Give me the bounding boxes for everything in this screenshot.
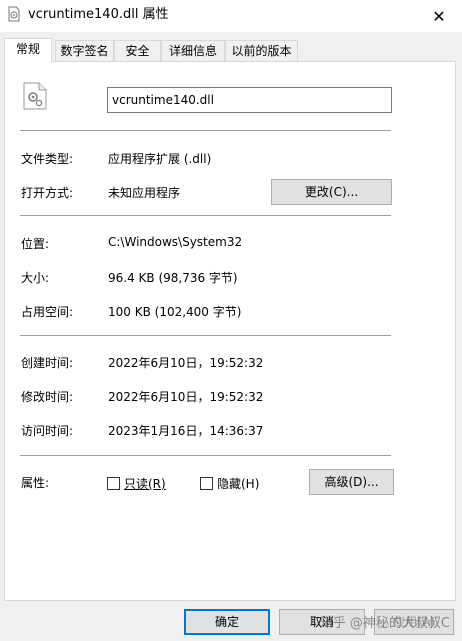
close-icon[interactable]: ✕ xyxy=(416,0,462,32)
separator xyxy=(20,130,391,131)
checkbox-box[interactable] xyxy=(200,477,213,490)
watermark: 知乎 @神秘的大叔叔C xyxy=(319,616,450,631)
file-settings-icon xyxy=(8,6,20,22)
readonly-label: 只读(R) xyxy=(124,477,166,491)
tab-previous-versions[interactable]: 以前的版本 xyxy=(225,40,298,61)
accessed-label: 访问时间: xyxy=(21,424,74,438)
advanced-button[interactable]: 高级(D)... xyxy=(309,469,394,495)
location-value: C:\Windows\System32 xyxy=(108,235,243,249)
file-type-label: 文件类型: xyxy=(21,152,74,166)
separator xyxy=(20,335,391,336)
location-label: 位置: xyxy=(21,237,50,251)
created-label: 创建时间: xyxy=(21,356,74,370)
size-on-disk-value: 100 KB (102,400 字节) xyxy=(108,305,242,319)
filename-input[interactable]: vcruntime140.dll xyxy=(107,87,392,113)
tab-general[interactable]: 常规 xyxy=(4,38,52,63)
window-title: vcruntime140.dll 属性 xyxy=(28,7,169,22)
tab-details[interactable]: 详细信息 xyxy=(161,40,225,61)
opens-with-label: 打开方式: xyxy=(21,186,74,200)
separator xyxy=(20,215,391,216)
size-value: 96.4 KB (98,736 字节) xyxy=(108,271,238,285)
readonly-checkbox[interactable]: 只读(R) xyxy=(107,475,166,492)
created-value: 2022年6月10日，19:52:32 xyxy=(108,356,264,370)
general-panel xyxy=(4,61,456,601)
separator xyxy=(20,455,391,456)
attributes-label: 属性: xyxy=(21,476,50,490)
modified-label: 修改时间: xyxy=(21,390,74,404)
title-bar: vcruntime140.dll 属性 ✕ xyxy=(0,0,462,32)
hidden-checkbox[interactable]: 隐藏(H) xyxy=(200,475,259,492)
tab-security[interactable]: 安全 xyxy=(114,40,161,61)
ok-button[interactable]: 确定 xyxy=(184,609,270,635)
file-type-value: 应用程序扩展 (.dll) xyxy=(108,152,212,166)
hidden-label: 隐藏(H) xyxy=(217,477,260,491)
change-button[interactable]: 更改(C)... xyxy=(271,179,392,205)
modified-value: 2022年6月10日，19:52:32 xyxy=(108,390,264,404)
tab-digital-signatures[interactable]: 数字签名 xyxy=(55,40,114,61)
opens-with-value: 未知应用程序 xyxy=(108,186,181,200)
accessed-value: 2023年1月16日，14:36:37 xyxy=(108,424,264,438)
checkbox-box[interactable] xyxy=(107,477,120,490)
size-on-disk-label: 占用空间: xyxy=(21,305,74,319)
dll-file-icon xyxy=(23,82,47,110)
size-label: 大小: xyxy=(21,271,50,285)
